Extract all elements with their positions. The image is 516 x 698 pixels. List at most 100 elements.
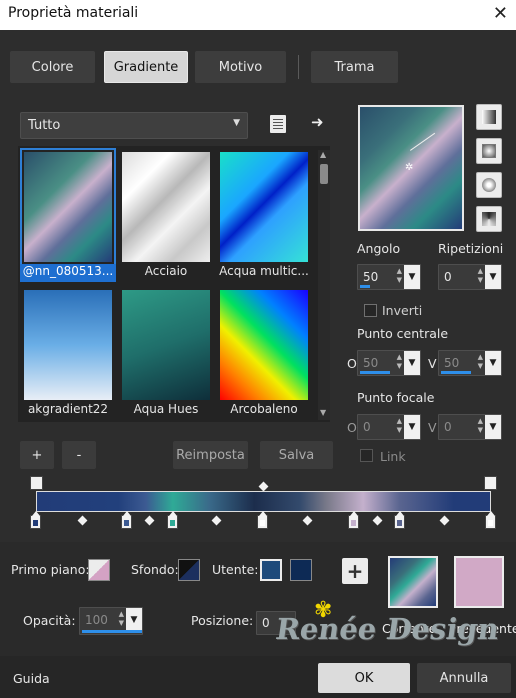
add-stop-button[interactable]: +: [20, 441, 54, 469]
tab-motivo[interactable]: Motivo: [195, 51, 286, 83]
user-color-1[interactable]: [260, 559, 282, 581]
remove-stop-button[interactable]: -: [62, 441, 96, 469]
stop-color: [351, 520, 356, 526]
gradient-swatch: [220, 152, 308, 262]
position-value: 0: [262, 616, 270, 630]
repeat-value: 0: [444, 270, 452, 284]
opacity-midpoint[interactable]: [258, 481, 269, 492]
scroll-up-icon[interactable]: ▲: [320, 150, 326, 159]
gradient-label: Aqua Hues: [133, 402, 199, 416]
gradient-swatch: [122, 152, 210, 262]
spin-arrows-icon[interactable]: ▲ ▼: [478, 353, 483, 371]
spin-arrows-icon[interactable]: ▲ ▼: [119, 610, 124, 628]
link-checkbox[interactable]: [360, 449, 373, 462]
previous-swatch[interactable]: [454, 556, 504, 608]
radial-style-button[interactable]: [476, 206, 502, 232]
opacity-level: [82, 630, 142, 633]
gradient-label: Acqua multic...: [219, 264, 309, 278]
center-v-spinner[interactable]: 50 ▲ ▼ ▼: [438, 350, 502, 376]
color-midpoint[interactable]: [372, 515, 383, 526]
chevron-down-icon[interactable]: ▼: [404, 265, 420, 289]
color-midpoint[interactable]: [144, 515, 155, 526]
rectangular-style-button[interactable]: [476, 138, 502, 164]
tab-gradiente[interactable]: Gradiente: [104, 51, 188, 83]
tab-trama[interactable]: Trama: [311, 51, 398, 83]
gradient-item[interactable]: @nn_080513...: [20, 148, 116, 282]
gradient-library: @nn_080513... Acciaio Acqua multic... ak…: [18, 146, 330, 422]
help-link[interactable]: Guida: [13, 671, 50, 686]
stop-color: [260, 520, 265, 526]
chevron-down-icon[interactable]: ▼: [404, 351, 420, 375]
angle-spinner[interactable]: 50 ▲ ▼ ▼: [357, 264, 421, 290]
center-o-spinner[interactable]: 50 ▲ ▼ ▼: [357, 350, 421, 376]
gradient-bar[interactable]: [36, 491, 491, 512]
center-point-icon[interactable]: ✲: [405, 162, 413, 173]
angle-label: Angolo: [357, 241, 401, 256]
scroll-down-icon[interactable]: ▼: [320, 408, 326, 417]
chevron-down-icon[interactable]: ▼: [404, 415, 420, 439]
resource-list-icon[interactable]: [270, 115, 286, 133]
opacity-spinner[interactable]: 100 ▲ ▼ ▼: [79, 607, 143, 635]
close-icon[interactable]: ✕: [493, 3, 508, 24]
tab-colore[interactable]: Colore: [10, 51, 95, 83]
stop-color: [33, 520, 38, 526]
chevron-down-icon: ▼: [233, 118, 240, 128]
color-midpoint[interactable]: [77, 515, 88, 526]
gradient-item[interactable]: Acqua multic...: [216, 148, 312, 282]
gradient-label: Acciaio: [144, 264, 188, 278]
gradient-swatch: [122, 290, 210, 400]
spin-arrows-icon[interactable]: ▲ ▼: [397, 267, 402, 285]
chevron-down-icon[interactable]: ▼: [485, 351, 501, 375]
gradient-item[interactable]: akgradient22: [20, 286, 116, 420]
arrow-right-icon[interactable]: ➜: [311, 113, 324, 131]
sunburst-style-button[interactable]: [476, 172, 502, 198]
gradient-item[interactable]: Arcobaleno: [216, 286, 312, 420]
save-button[interactable]: Salva: [260, 441, 333, 469]
chevron-down-icon[interactable]: ▼: [126, 608, 142, 632]
sunburst-style-icon: [482, 178, 496, 192]
color-stop[interactable]: [167, 511, 178, 529]
chevron-down-icon[interactable]: ▼: [485, 265, 501, 289]
focal-o-spinner[interactable]: 0 ▲ ▼ ▼: [357, 414, 421, 440]
spin-arrows-icon[interactable]: ▲ ▼: [478, 417, 483, 435]
position-label: Posizione:: [191, 613, 254, 628]
watermark-logo: Renée Design: [273, 612, 502, 646]
library-scrollbar[interactable]: ▲ ▼: [318, 150, 330, 420]
color-stop[interactable]: [257, 511, 268, 529]
ok-button[interactable]: OK: [318, 663, 410, 693]
rectangular-style-icon: [482, 144, 496, 158]
spin-arrows-icon[interactable]: ▲ ▼: [397, 417, 402, 435]
title-bar: Proprietà materiali ✕: [0, 0, 516, 30]
chevron-down-icon[interactable]: ▼: [485, 415, 501, 439]
color-stop[interactable]: [394, 511, 405, 529]
invert-checkbox[interactable]: [364, 304, 377, 317]
radial-style-icon: [482, 212, 496, 226]
gradient-item[interactable]: Aqua Hues: [118, 286, 214, 420]
add-to-swatches-button[interactable]: +: [342, 558, 368, 584]
focal-o-label: O: [347, 420, 357, 435]
linear-style-button[interactable]: [476, 104, 502, 130]
foreground-swatch[interactable]: [88, 559, 110, 581]
gradient-item[interactable]: Acciaio: [118, 148, 214, 282]
color-stop[interactable]: [121, 511, 132, 529]
spin-arrows-icon[interactable]: ▲ ▼: [478, 267, 483, 285]
color-midpoint[interactable]: [439, 515, 450, 526]
color-midpoint[interactable]: [302, 515, 313, 526]
spin-arrows-icon[interactable]: ▲ ▼: [397, 353, 402, 371]
color-stop[interactable]: [485, 511, 496, 529]
user-color-2[interactable]: [290, 559, 312, 581]
opacity-label: Opacità:: [23, 613, 76, 628]
opacity-stop[interactable]: [30, 476, 43, 490]
background-swatch[interactable]: [178, 559, 200, 581]
color-stop[interactable]: [348, 511, 359, 529]
focal-v-spinner[interactable]: 0 ▲ ▼ ▼: [438, 414, 502, 440]
color-stop[interactable]: [30, 511, 41, 529]
cancel-button[interactable]: Annulla: [417, 663, 511, 693]
opacity-stop[interactable]: [484, 476, 497, 490]
repeat-spinner[interactable]: 0 ▲ ▼ ▼: [438, 264, 502, 290]
category-dropdown[interactable]: Tutto ▼: [20, 112, 248, 139]
color-midpoint[interactable]: [211, 515, 222, 526]
scrollbar-thumb[interactable]: [320, 164, 328, 184]
reset-button[interactable]: Reimposta: [173, 441, 248, 469]
focal-o-value: 0: [363, 420, 371, 434]
